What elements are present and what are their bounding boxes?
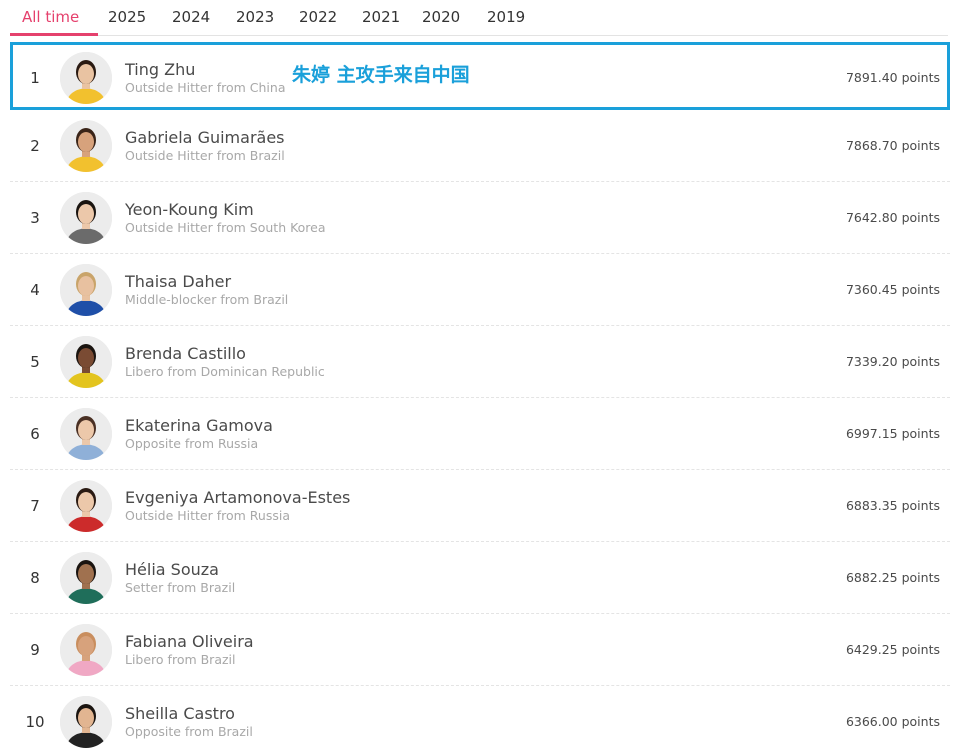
avatar bbox=[60, 480, 112, 532]
player-position: Setter from Brazil bbox=[125, 580, 236, 595]
rank-number: 5 bbox=[30, 353, 40, 371]
player-position: Outside Hitter from China bbox=[125, 80, 286, 95]
tab-2021[interactable]: 2021 bbox=[362, 8, 400, 26]
tab-all-time[interactable]: All time bbox=[22, 8, 79, 26]
player-points: 7891.40 points bbox=[845, 70, 940, 85]
rank-number: 7 bbox=[30, 497, 40, 515]
player-points: 7642.80 points bbox=[845, 210, 940, 225]
player-position: Opposite from Russia bbox=[125, 436, 259, 451]
player-name[interactable]: Ting Zhu bbox=[125, 60, 195, 79]
rank-number: 9 bbox=[30, 641, 40, 659]
rank-number: 2 bbox=[30, 137, 40, 155]
player-name[interactable]: Evgeniya Artamonova-Estes bbox=[125, 488, 350, 507]
ranking-row[interactable]: 7 Evgeniya Artamonova-Estes Outside Hitt… bbox=[10, 470, 950, 542]
player-name[interactable]: Hélia Souza bbox=[125, 560, 219, 579]
avatar bbox=[60, 120, 112, 172]
avatar bbox=[60, 192, 112, 244]
tab-2024[interactable]: 2024 bbox=[172, 8, 210, 26]
player-name[interactable]: Fabiana Oliveira bbox=[125, 632, 254, 651]
tab-2023[interactable]: 2023 bbox=[236, 8, 274, 26]
ranking-row[interactable]: 4 Thaisa Daher Middle-blocker from Brazi… bbox=[10, 254, 950, 326]
player-name[interactable]: Gabriela Guimarães bbox=[125, 128, 285, 147]
player-name[interactable]: Yeon-Koung Kim bbox=[125, 200, 254, 219]
player-position: Outside Hitter from Brazil bbox=[125, 148, 285, 163]
player-name[interactable]: Sheilla Castro bbox=[125, 704, 235, 723]
rank-number: 3 bbox=[30, 209, 40, 227]
rank-number: 1 bbox=[30, 69, 40, 87]
player-points: 6997.15 points bbox=[845, 426, 940, 441]
avatar bbox=[60, 624, 112, 676]
player-points: 7868.70 points bbox=[845, 138, 940, 153]
tab-2025[interactable]: 2025 bbox=[108, 8, 146, 26]
player-points: 7339.20 points bbox=[845, 354, 940, 369]
avatar bbox=[60, 52, 112, 104]
player-position: Opposite from Brazil bbox=[125, 724, 253, 739]
avatar bbox=[60, 408, 112, 460]
avatar bbox=[60, 336, 112, 388]
player-name[interactable]: Ekaterina Gamova bbox=[125, 416, 273, 435]
ranking-list: 1 Ting Zhu Outside Hitter from China 朱婷 … bbox=[10, 42, 950, 756]
highlight-annotation: 朱婷 主攻手来自中国 bbox=[292, 64, 470, 86]
ranking-row[interactable]: 10 Sheilla Castro Opposite from Brazil 6… bbox=[10, 686, 950, 756]
ranking-row[interactable]: 9 Fabiana Oliveira Libero from Brazil 64… bbox=[10, 614, 950, 686]
player-points: 6429.25 points bbox=[845, 642, 940, 657]
player-position: Libero from Brazil bbox=[125, 652, 236, 667]
avatar bbox=[60, 696, 112, 748]
rank-number: 10 bbox=[25, 713, 45, 731]
player-name[interactable]: Thaisa Daher bbox=[125, 272, 231, 291]
player-name[interactable]: Brenda Castillo bbox=[125, 344, 246, 363]
tab-2019[interactable]: 2019 bbox=[487, 8, 525, 26]
rank-number: 8 bbox=[30, 569, 40, 587]
player-points: 6366.00 points bbox=[845, 714, 940, 729]
tab-2022[interactable]: 2022 bbox=[299, 8, 337, 26]
ranking-row[interactable]: 1 Ting Zhu Outside Hitter from China 朱婷 … bbox=[10, 42, 950, 110]
ranking-row[interactable]: 2 Gabriela Guimarães Outside Hitter from… bbox=[10, 110, 950, 182]
ranking-row[interactable]: 3 Yeon-Koung Kim Outside Hitter from Sou… bbox=[10, 182, 950, 254]
ranking-row[interactable]: 5 Brenda Castillo Libero from Dominican … bbox=[10, 326, 950, 398]
tab-2020[interactable]: 2020 bbox=[422, 8, 460, 26]
rank-number: 4 bbox=[30, 281, 40, 299]
active-tab-indicator bbox=[10, 33, 98, 36]
player-points: 6882.25 points bbox=[845, 570, 940, 585]
player-position: Middle-blocker from Brazil bbox=[125, 292, 289, 307]
year-tabs: All time 2025 2024 2023 2022 2021 2020 2… bbox=[10, 0, 948, 36]
player-position: Outside Hitter from South Korea bbox=[125, 220, 326, 235]
player-points: 6883.35 points bbox=[845, 498, 940, 513]
avatar bbox=[60, 264, 112, 316]
player-position: Libero from Dominican Republic bbox=[125, 364, 325, 379]
avatar bbox=[60, 552, 112, 604]
player-position: Outside Hitter from Russia bbox=[125, 508, 290, 523]
player-points: 7360.45 points bbox=[845, 282, 940, 297]
rank-number: 6 bbox=[30, 425, 40, 443]
ranking-row[interactable]: 6 Ekaterina Gamova Opposite from Russia … bbox=[10, 398, 950, 470]
ranking-row[interactable]: 8 Hélia Souza Setter from Brazil 6882.25… bbox=[10, 542, 950, 614]
